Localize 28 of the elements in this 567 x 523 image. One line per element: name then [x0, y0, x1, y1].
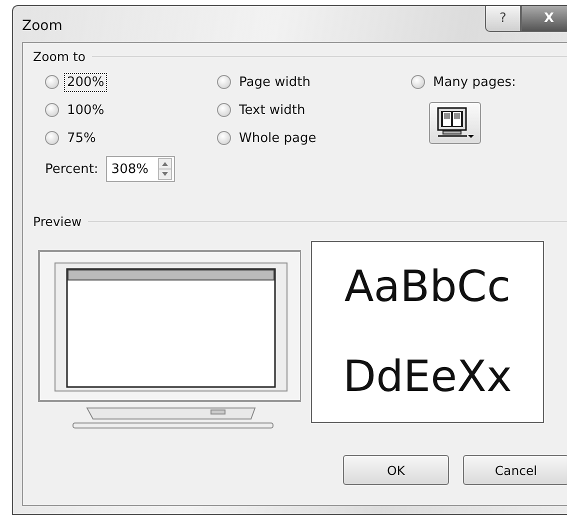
- radio-button[interactable]: [217, 75, 231, 89]
- sample-text: DdEeXx: [343, 352, 512, 402]
- spinner-arrows-icon[interactable]: [158, 158, 172, 180]
- radio-label[interactable]: Whole page: [236, 128, 320, 148]
- monitor-pages-icon: [435, 107, 475, 139]
- percent-spinner[interactable]: 308%: [106, 156, 176, 182]
- radio-button[interactable]: [217, 131, 231, 145]
- many-pages-button[interactable]: [429, 102, 481, 144]
- radio-label[interactable]: 100%: [64, 100, 108, 120]
- radio-button[interactable]: [45, 103, 59, 117]
- radio-label[interactable]: 75%: [64, 128, 99, 148]
- percent-label: Percent:: [45, 162, 98, 176]
- group-heading: Preview: [33, 214, 82, 229]
- sample-text: AaBbCc: [344, 262, 511, 312]
- close-button[interactable]: X: [521, 6, 567, 32]
- help-button[interactable]: ?: [485, 6, 521, 32]
- radio-button[interactable]: [45, 75, 59, 89]
- ok-button[interactable]: OK: [343, 455, 449, 485]
- radio-button[interactable]: [45, 131, 59, 145]
- radio-button[interactable]: [217, 103, 231, 117]
- radio-label[interactable]: Text width: [236, 100, 308, 120]
- radio-label[interactable]: Many pages:: [430, 72, 519, 92]
- cancel-button[interactable]: Cancel: [463, 455, 567, 485]
- window-title: Zoom: [22, 18, 62, 34]
- group-heading: Zoom to: [33, 49, 86, 64]
- radio-button[interactable]: [411, 75, 425, 89]
- radio-label[interactable]: 200%: [64, 72, 108, 92]
- radio-label[interactable]: Page width: [236, 72, 314, 92]
